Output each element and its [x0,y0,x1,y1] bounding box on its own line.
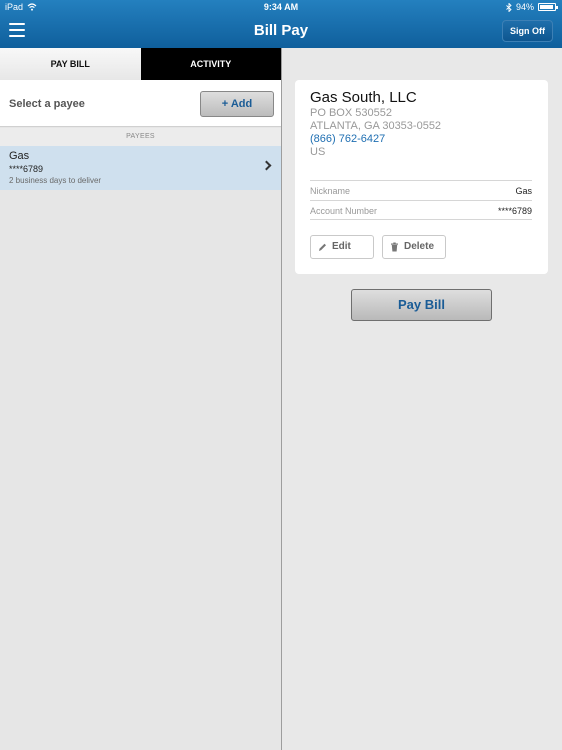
country: US [310,146,326,158]
status-right: 94% [506,2,558,12]
payee-detail-panel: Gas South, LLC PO BOX 530552 ATLANTA, GA… [282,48,562,750]
nickname-field: Nickname Gas [310,180,532,200]
edit-button[interactable]: Edit [310,235,374,259]
delete-button[interactable]: Delete [382,235,446,259]
sign-off-button[interactable]: Sign Off [502,20,553,42]
tab-pay-bill[interactable]: PAY BILL [0,48,141,80]
pay-bill-button[interactable]: Pay Bill [351,289,492,321]
edit-label: Edit [332,241,351,252]
page-title: Bill Pay [253,22,309,39]
phone-link[interactable]: (866) 762-6427 [310,133,385,145]
payees-section-header: PAYEES [0,128,281,146]
tab-activity[interactable]: ACTIVITY [140,48,281,80]
nickname-value: Gas [515,186,532,196]
select-payee-label: Select a payee [9,98,85,110]
select-payee-row: Select a payee + Add [0,80,281,127]
battery-fill [540,5,553,9]
battery-icon [538,3,558,11]
account-number-value: ****6789 [497,206,532,216]
payee-delivery: 2 business days to deliver [9,176,102,185]
nickname-label: Nickname [310,186,351,196]
address-line-1: PO BOX 530552 [310,107,392,119]
bluetooth-icon [506,2,512,12]
status-bar: iPad 9:34 AM 94% [0,0,562,15]
address-line-2: ATLANTA, GA 30353-0552 [310,120,442,132]
pencil-icon [319,243,326,251]
delete-label: Delete [404,241,435,252]
nav-bar: Bill Pay Sign Off [0,15,562,48]
payee-name: Gas [9,150,30,162]
add-payee-button[interactable]: + Add [200,91,274,117]
account-number-field: Account Number ****6789 [310,200,532,220]
tab-bar: PAY BILL ACTIVITY [0,48,281,80]
payees-panel: PAY BILL ACTIVITY Select a payee + Add P… [0,48,281,750]
payee-full-name: Gas South, LLC [310,89,417,106]
payee-account: ****6789 [9,164,44,174]
account-number-label: Account Number [310,206,378,216]
payee-detail-card: Gas South, LLC PO BOX 530552 ATLANTA, GA… [295,80,548,274]
chevron-right-icon [261,160,272,171]
trash-icon [391,242,398,252]
list-item[interactable]: Gas ****6789 2 business days to deliver [0,146,281,190]
battery-percent: 94% [515,2,534,12]
status-time: 9:34 AM [263,2,299,12]
